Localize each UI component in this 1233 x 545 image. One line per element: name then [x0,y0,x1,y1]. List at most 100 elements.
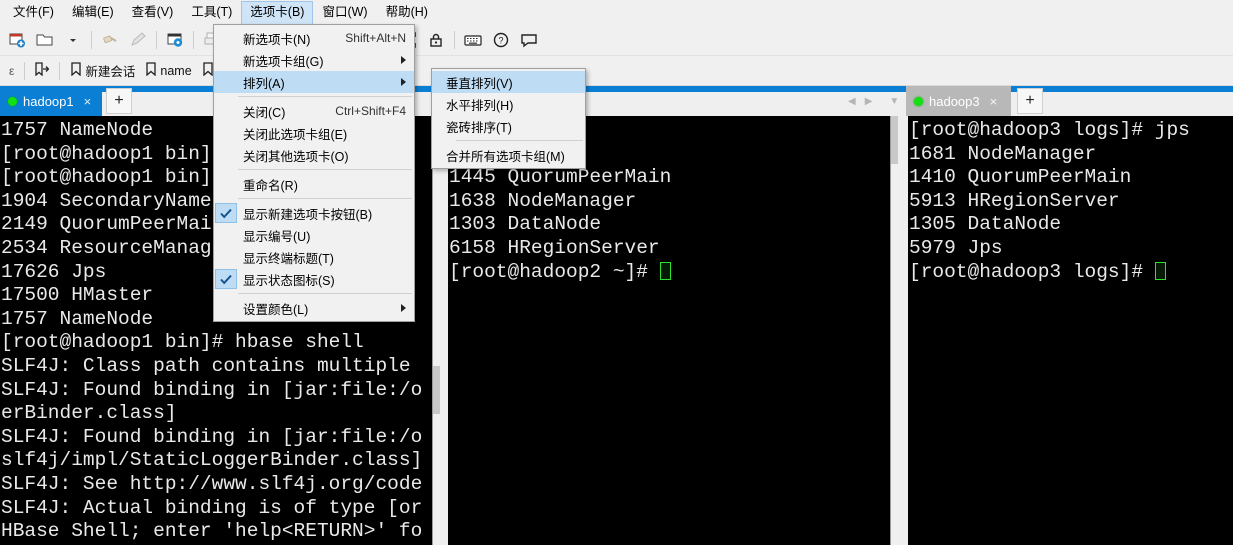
menu-separator [238,96,412,97]
terminal-hadoop2[interactable]: 2 ~]# jps 1445 QuorumPeerMain1638 NodeMa… [448,116,898,545]
menubar-item-2[interactable]: 查看(V) [123,1,183,24]
terminal-text-hadoop3: [root@hadoop3 logs]# jps 1681 NodeManager… [908,116,1233,284]
terminal-line: SLF4J: Class path contains multiple [1,354,411,377]
scrollbar-thumb[interactable] [891,116,898,164]
toolbar-divider [91,30,92,49]
bookmark-icon [70,62,82,79]
tabs-menu-item-13[interactable]: 显示状态图标(S) [214,268,414,290]
svg-text:?: ? [498,35,503,45]
menubar-item-0[interactable]: 文件(F) [4,1,63,24]
comment-icon[interactable] [516,27,542,53]
tabs-menu-item-15[interactable]: 设置颜色(L) [214,297,414,319]
checkbox-empty-icon [215,72,237,92]
lock-icon[interactable] [423,27,449,53]
terminal-hadoop3[interactable]: [root@hadoop3 logs]# jps 1681 NodeManager… [908,116,1233,545]
menu-item-label: 显示新建选项卡按钮(B) [243,207,373,222]
arrange-submenu-item-0[interactable]: 垂直排列(V) [432,71,585,93]
tabs-menu-item-11[interactable]: 显示编号(U) [214,224,414,246]
tab-nav-menu-icon[interactable]: ▼ [889,96,899,107]
checkbox-empty-icon [215,225,237,245]
arrange-submenu-item-1[interactable]: 水平排列(H) [432,93,585,115]
menu-bar: 文件(F) 编辑(E) 查看(V) 工具(T) 选项卡(B) 窗口(W) 帮助(H) [0,0,1233,24]
toolbar-divider [156,30,157,49]
keyboard-icon[interactable] [460,27,486,53]
bookmark-divider [59,61,61,80]
close-icon[interactable]: × [84,94,92,109]
status-dot-icon [8,96,17,106]
menubar-item-4[interactable]: 选项卡(B) [241,0,314,24]
terminal-line: 6158 HRegionServer [449,236,660,259]
menubar-item-5[interactable]: 窗口(W) [313,1,376,24]
toolbar-divider [454,30,455,49]
edit-pencil-icon[interactable] [125,27,151,53]
tab-hadoop1[interactable]: hadoop1 × [0,86,102,116]
tabs-menu-item-4[interactable]: 关闭(C) Ctrl+Shift+F4 [214,100,414,122]
bookmark-item-1[interactable]: 新建会话 [65,60,140,82]
session-options-icon[interactable] [162,27,188,53]
close-icon[interactable]: × [990,94,998,109]
tab-hadoop3[interactable]: hadoop3 × [906,86,1011,116]
menubar-item-1[interactable]: 编辑(E) [63,1,123,24]
terminal-line: 5913 HRegionServer [909,189,1120,212]
terminal-line: 1303 DataNode [449,213,602,236]
connect-icon[interactable] [97,27,123,53]
toolbar-divider [193,30,194,49]
menu-item-label: 新选项卡(N) [243,32,311,47]
terminal-line: SLF4J: See http://www.slf4j.org/code [1,472,423,495]
menubar-item-3[interactable]: 工具(T) [182,1,241,24]
tabs-menu-item-10[interactable]: 显示新建选项卡按钮(B) [214,202,414,224]
bookmark-item-0[interactable] [30,60,54,82]
main-toolbar: ? [0,24,1233,56]
pane-splitter-2[interactable] [898,116,908,545]
terminal-cursor [1154,261,1166,280]
tabs-menu-item-5[interactable]: 关闭此选项卡组(E) [214,122,414,144]
tabs-menu-item-12[interactable]: 显示终端标题(T) [214,246,414,268]
checkbox-empty-icon [215,123,237,143]
menu-item-label: 显示状态图标(S) [243,273,335,288]
bookmark-bar: ε 新建会话 name [0,56,1233,86]
arrange-submenu-item-2[interactable]: 瓷砖排序(T) [432,115,585,137]
tabs-menu-item-2[interactable]: 排列(A) [214,71,414,93]
submenu-arrow-icon [401,304,406,312]
checkbox-empty-icon [215,28,237,48]
menu-item-label: 重命名(R) [243,178,298,193]
tabs-menu-item-6[interactable]: 关闭其他选项卡(O) [214,144,414,166]
crt-terminal-window: 文件(F) 编辑(E) 查看(V) 工具(T) 选项卡(B) 窗口(W) 帮助(H) [0,0,1233,545]
bookmark-item-2[interactable]: name [140,60,196,82]
tabs-menu-item-0[interactable]: 新选项卡(N) Shift+Alt+N [214,27,414,49]
tabs-menu-item-1[interactable]: 新选项卡组(G) [214,49,414,71]
terminal-line: [root@hadoop3 logs]# jps [909,119,1190,141]
scrollbar-hadoop2[interactable] [890,116,898,545]
bookmark-icon [202,62,214,79]
menu-item-shortcut: Ctrl+Shift+F4 [335,104,406,118]
scrollbar-hadoop1[interactable] [432,116,440,545]
menu-item-label: 垂直排列(V) [446,76,513,91]
tabs-menu[interactable]: 新选项卡(N) Shift+Alt+N 新选项卡组(G) 排列(A) 关闭(C) Ctrl… [213,24,415,322]
terminal-line: slf4j/impl/StaticLoggerBinder.class] [1,449,423,472]
arrange-submenu-item-4[interactable]: 合并所有选项卡组(M) [432,144,585,166]
help-icon[interactable]: ? [488,27,514,53]
terminal-line: SLF4J: Found binding in [jar:file:/o [1,378,423,401]
scrollbar-thumb[interactable] [433,366,440,414]
new-tab-button[interactable]: + [1017,88,1043,114]
menu-item-label: 新选项卡组(G) [243,54,324,69]
bookmark-icon [145,62,157,79]
tab-nav-next-icon[interactable]: ▶ [865,96,873,107]
arrange-submenu[interactable]: 垂直排列(V) 水平排列(H) 瓷砖排序(T) 合并所有选项卡组(M) [431,68,586,169]
bookmark-label: 新建会话 [85,65,136,79]
terminal-line: 1410 QuorumPeerMain [909,166,1132,189]
checkmark-icon [215,203,237,223]
tab-nav-prev-icon[interactable]: ◀ [848,96,856,107]
checkbox-empty-icon [215,145,237,165]
bookmark-bar-glyph: ε [9,63,15,78]
checkbox-empty-icon [215,50,237,70]
new-session-icon[interactable] [4,27,30,53]
pane-splitter-1[interactable] [440,116,448,545]
new-tab-button[interactable]: + [106,88,132,114]
tabs-menu-item-8[interactable]: 重命名(R) [214,173,414,195]
terminal-line: SLF4J: Found binding in [jar:file:/o [1,425,423,448]
open-folder-icon[interactable] [32,27,58,53]
chevron-down-icon[interactable] [60,27,86,53]
checkmark-icon [215,269,237,289]
menubar-item-6[interactable]: 帮助(H) [377,1,437,24]
